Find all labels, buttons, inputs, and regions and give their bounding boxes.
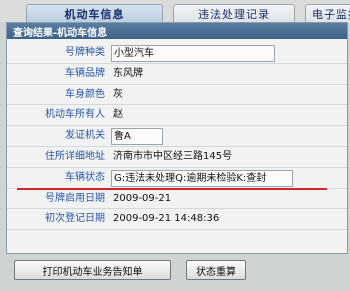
plate-type-label: 号牌种类 [65, 47, 105, 58]
vehicle-info-panel: 查询结果-机动车信息 号牌种类 小型汽车 车辆品牌 东风牌 车身颜色 灰 机动车… [6, 22, 348, 254]
vehicle-status-field: G:违法未处理Q:逾期未检验K:查封 [111, 169, 293, 187]
table-row: 初次登记日期 2009-09-21 14:48:36 [7, 209, 347, 231]
first-registration-date-label: 初次登记日期 [45, 213, 105, 225]
panel-title: 查询结果-机动车信息 [7, 23, 347, 39]
plate-start-date-value: 2009-09-21 [113, 192, 172, 204]
address-label: 住所详细地址 [45, 150, 105, 162]
print-notice-button[interactable]: 打印机动车业务告知单 [14, 260, 171, 280]
vehicle-brand-value: 东风牌 [113, 67, 143, 79]
owner-value: 赵 [113, 109, 123, 121]
table-row: 机动车所有人 赵 [7, 105, 347, 127]
table-row: 发证机关 鲁A [7, 126, 347, 147]
table-row: 车身颜色 灰 [7, 85, 347, 106]
plate-start-date-label: 号牌启用日期 [45, 192, 105, 204]
vehicle-status-label: 车辆状态 [65, 171, 105, 183]
table-row: 号牌启用日期 2009-09-21 [7, 189, 347, 210]
issuing-authority-label: 发证机关 [65, 130, 105, 142]
address-value: 济南市市中区经三路145号 [113, 150, 233, 162]
tab-vehicle-info[interactable]: 机动车信息 [26, 4, 163, 23]
first-registration-date-value: 2009-09-21 14:48:36 [113, 213, 220, 225]
tab-violation-records[interactable]: 违法处理记录 [173, 4, 295, 23]
tab-electronic-monitoring[interactable]: 电子监控 [305, 4, 350, 23]
table-row: 号牌种类 小型汽车 [7, 43, 347, 64]
table-row: 车辆品牌 东风牌 [7, 64, 347, 85]
status-recalculate-button[interactable]: 状态重算 [186, 260, 246, 280]
info-table: 号牌种类 小型汽车 车辆品牌 东风牌 车身颜色 灰 机动车所有人 赵 发证机关 … [7, 43, 347, 231]
table-row: 住所详细地址 济南市市中区经三路145号 [7, 147, 347, 168]
plate-type-field: 小型汽车 [111, 45, 275, 62]
issuing-authority-field: 鲁A [111, 128, 163, 146]
table-row: 车辆状态 G:违法未处理Q:逾期未检验K:查封 [7, 168, 347, 190]
body-color-label: 车身颜色 [65, 88, 105, 100]
body-color-value: 灰 [113, 88, 123, 100]
tab-bar: 机动车信息 违法处理记录 电子监控 [0, 0, 350, 23]
vehicle-brand-label: 车辆品牌 [65, 67, 105, 79]
owner-label: 机动车所有人 [45, 109, 105, 121]
